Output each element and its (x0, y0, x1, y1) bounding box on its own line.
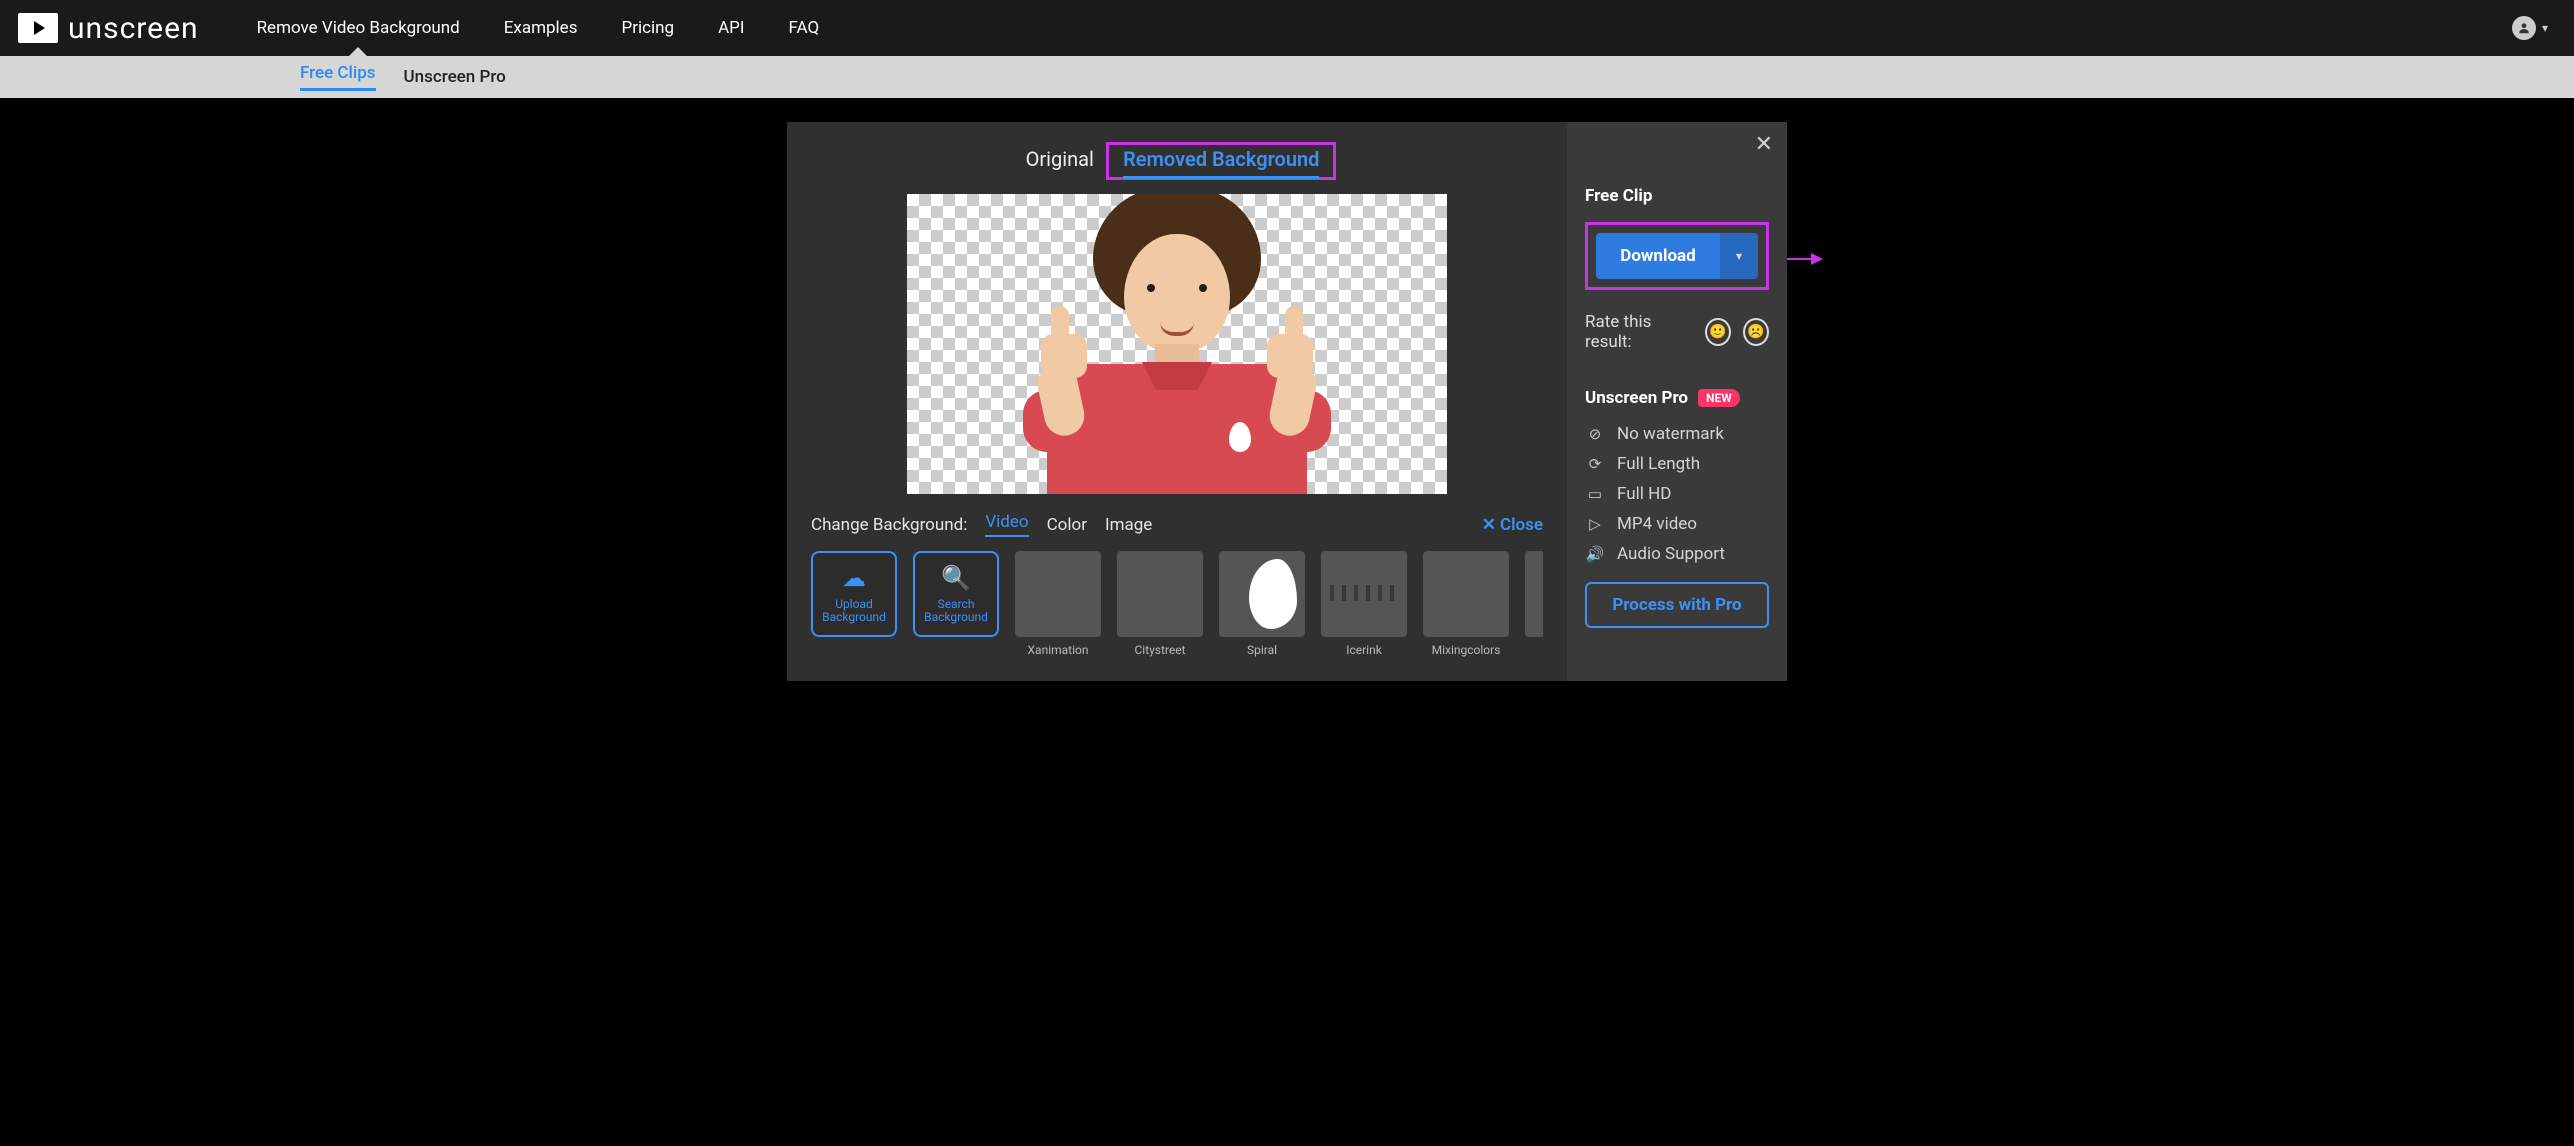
process-with-pro-button[interactable]: Process with Pro (1585, 582, 1769, 628)
bg-mode-image[interactable]: Image (1105, 515, 1152, 535)
search-icon: 🔍 (941, 564, 971, 592)
bg-preset-xanimation[interactable]: Xanimation (1015, 551, 1101, 657)
new-badge: NEW (1698, 389, 1740, 407)
nav-examples[interactable]: Examples (504, 18, 578, 38)
feature-mp4: ▷MP4 video (1585, 514, 1769, 534)
bg-preset-spiral[interactable]: Spiral (1219, 551, 1305, 657)
annotation-highlight-tab: Removed Background (1106, 142, 1336, 180)
topbar: unscreen Remove Video Background Example… (0, 0, 2574, 56)
rate-label: Rate this result: (1585, 312, 1693, 352)
bg-thumb (1525, 551, 1543, 637)
top-nav: Remove Video Background Examples Pricing… (257, 18, 2512, 38)
feature-audio: 🔊Audio Support (1585, 544, 1769, 564)
download-dropdown[interactable]: ▾ (1720, 233, 1758, 279)
bg-mode-color[interactable]: Color (1047, 515, 1087, 535)
subnav-free-clips[interactable]: Free Clips (300, 63, 376, 91)
logo[interactable]: unscreen (18, 11, 199, 46)
bg-panel-close[interactable]: ✕Close (1482, 515, 1543, 535)
editor-stage: Original Removed Background (787, 122, 1787, 681)
upload-background-button[interactable]: ☁︎ Upload Background (811, 551, 897, 637)
tab-removed-bg[interactable]: Removed Background (1123, 147, 1319, 179)
bg-mode-video[interactable]: Video (985, 512, 1028, 537)
nav-faq[interactable]: FAQ (789, 18, 820, 38)
nav-pricing[interactable]: Pricing (621, 18, 674, 38)
bg-thumb (1015, 551, 1101, 637)
monitor-icon: ▭ (1585, 485, 1605, 503)
video-preview[interactable] (907, 194, 1447, 494)
bg-thumb (1219, 551, 1305, 637)
feature-no-watermark: ⊘No watermark (1585, 424, 1769, 444)
subnav-unscreen-pro[interactable]: Unscreen Pro (404, 67, 506, 87)
change-bg-label: Change Background: (811, 515, 967, 535)
upload-icon: ☁︎ (842, 564, 866, 592)
bg-preset-citystreet[interactable]: Citystreet (1117, 551, 1203, 657)
nav-remove-bg[interactable]: Remove Video Background (257, 18, 460, 38)
logo-icon (18, 13, 58, 43)
sidebar-close-icon[interactable]: ✕ (1755, 132, 1773, 157)
bg-thumb (1423, 551, 1509, 637)
chevron-down-icon: ▾ (2542, 21, 2548, 35)
speaker-icon: 🔊 (1585, 545, 1605, 563)
annotation-highlight-download: Download ▾ (1585, 222, 1769, 290)
download-button[interactable]: Download ▾ (1596, 233, 1758, 279)
bg-thumbnails: ☁︎ Upload Background 🔍 Search Background… (811, 551, 1543, 657)
pro-heading: Unscreen Pro NEW (1585, 388, 1769, 408)
subject-person-thumbs-up (1007, 194, 1347, 494)
feature-full-hd: ▭Full HD (1585, 484, 1769, 504)
rate-happy-icon[interactable]: 🙂 (1705, 318, 1731, 346)
close-icon: ✕ (1482, 515, 1496, 535)
rate-sad-icon[interactable]: ☹️ (1743, 318, 1769, 346)
download-label: Download (1596, 233, 1720, 279)
no-watermark-icon: ⊘ (1585, 425, 1605, 443)
feature-full-length: ⟳Full Length (1585, 454, 1769, 474)
logo-text: unscreen (68, 11, 199, 46)
change-bg-bar: Change Background: Video Color Image ✕Cl… (811, 512, 1543, 537)
bg-thumb (1321, 551, 1407, 637)
play-icon: ▷ (1585, 515, 1605, 533)
bg-thumb (1117, 551, 1203, 637)
bg-preset-mixingcolors[interactable]: Mixingcolors (1423, 551, 1509, 657)
nav-api[interactable]: API (718, 18, 744, 38)
rate-result: Rate this result: 🙂 ☹️ (1585, 312, 1769, 352)
search-background-button[interactable]: 🔍 Search Background (913, 551, 999, 637)
subbar: Free Clips Unscreen Pro (0, 56, 2574, 98)
bg-preset-more[interactable] (1525, 551, 1543, 637)
account-menu[interactable]: ▾ (2512, 16, 2556, 40)
result-tabs: Original Removed Background (811, 142, 1543, 180)
clock-icon: ⟳ (1585, 455, 1605, 473)
tab-original[interactable]: Original (1026, 147, 1094, 176)
avatar-icon (2512, 16, 2536, 40)
sidebar-title: Free Clip (1585, 186, 1769, 206)
editor-main: Original Removed Background (787, 122, 1567, 681)
sidebar: ✕ Free Clip Download ▾ Rate this result:… (1567, 122, 1787, 681)
bg-preset-icerink[interactable]: Icerink (1321, 551, 1407, 657)
